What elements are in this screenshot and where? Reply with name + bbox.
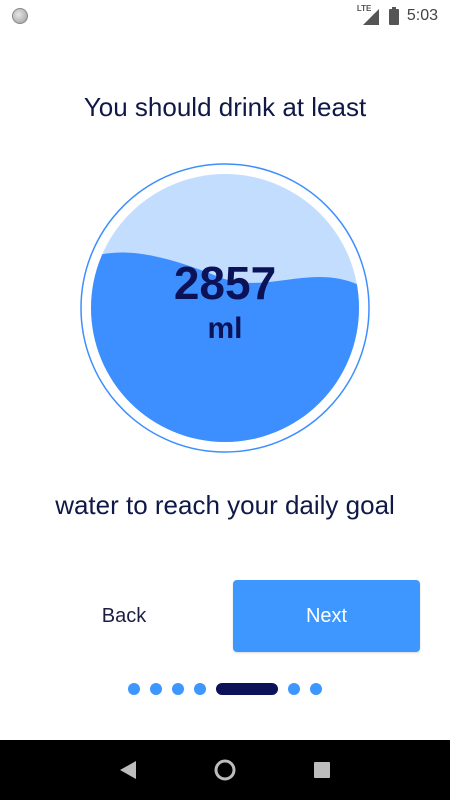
app-screen: LTE 5:03 You should drink at least 2857 …	[0, 0, 450, 800]
page-dot[interactable]	[128, 683, 140, 695]
back-button[interactable]: Back	[44, 580, 204, 652]
signal-icon: LTE	[357, 4, 381, 25]
page-dot[interactable]	[194, 683, 206, 695]
navigation-bar	[0, 740, 450, 800]
page-indicator	[0, 682, 450, 696]
next-button[interactable]: Next	[233, 580, 420, 652]
circle-home-icon[interactable]	[205, 750, 245, 790]
subline: water to reach your daily goal	[55, 490, 395, 520]
status-bar: LTE 5:03	[0, 0, 450, 32]
page-dot[interactable]	[150, 683, 162, 695]
square-recents-icon[interactable]	[302, 750, 342, 790]
status-right: LTE 5:03	[357, 4, 438, 25]
water-gauge: 2857 ml	[79, 162, 371, 454]
clock-time: 5:03	[406, 7, 438, 24]
page-dot-active[interactable]	[216, 683, 278, 695]
page-dot[interactable]	[288, 683, 300, 695]
water-amount: 2857	[173, 257, 277, 309]
status-left	[12, 8, 28, 24]
water-unit: ml	[207, 312, 243, 345]
page-dot[interactable]	[310, 683, 322, 695]
battery-icon	[388, 7, 399, 25]
notification-circle-icon	[12, 8, 28, 24]
triangle-back-icon[interactable]	[108, 750, 148, 790]
page-dot[interactable]	[172, 683, 184, 695]
headline: You should drink at least	[83, 92, 367, 122]
